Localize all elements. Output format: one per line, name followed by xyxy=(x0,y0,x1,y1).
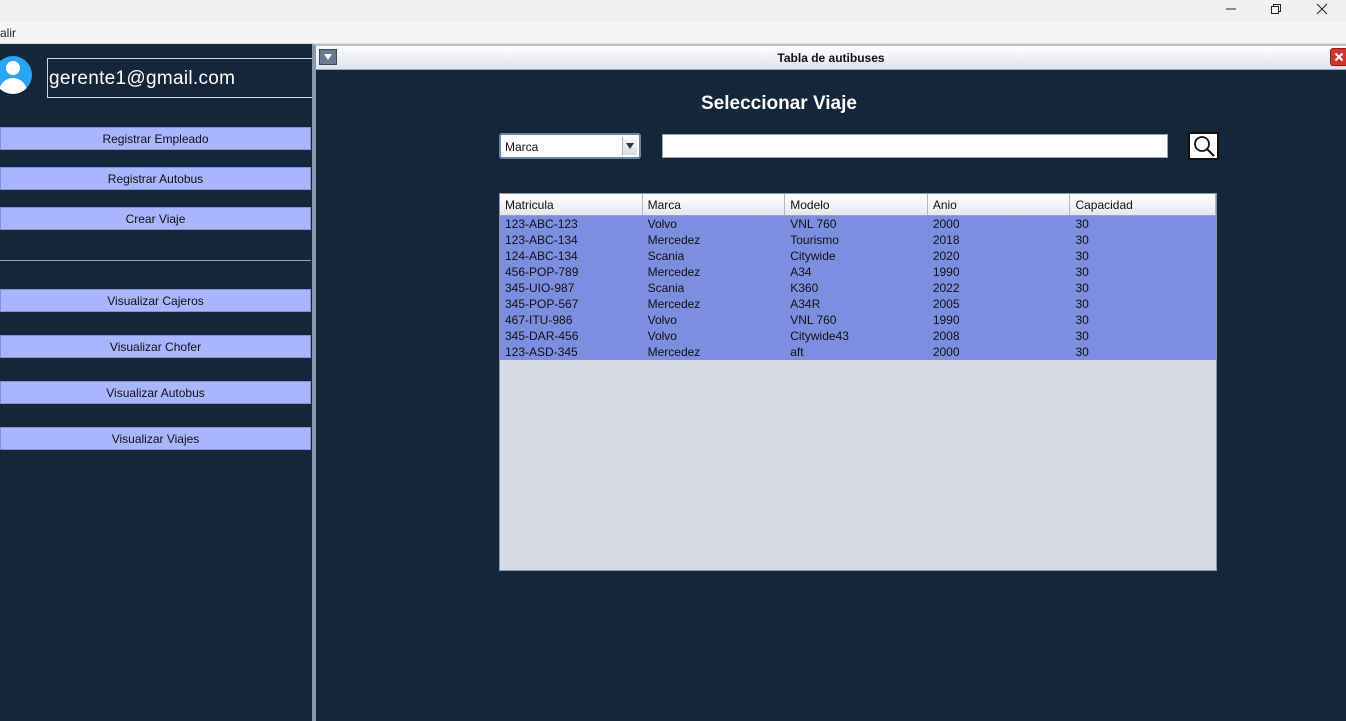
table-cell: 30 xyxy=(1075,313,1089,327)
table-cell: Scania xyxy=(647,249,685,263)
table-cell: A34 xyxy=(790,265,812,279)
filter-selected-value: Marca xyxy=(505,140,539,154)
table-header: Matricula Marca Modelo Anio Capacidad xyxy=(500,194,1216,216)
window-titlebar xyxy=(0,0,1346,22)
table-cell: Volvo xyxy=(647,217,677,231)
table-cell: 345-UIO-987 xyxy=(505,281,575,295)
table-cell: 30 xyxy=(1075,217,1089,231)
table-cell: 2008 xyxy=(932,329,960,343)
table-row[interactable]: 345-POP-567 Mercedez A34R 2005 30 xyxy=(500,296,1216,312)
table-cell: Tourismo xyxy=(790,233,839,247)
table-cell: 345-POP-567 xyxy=(505,297,579,311)
restore-button[interactable] xyxy=(1253,0,1299,18)
table-row[interactable]: 345-DAR-456 Volvo Citywide43 2008 30 xyxy=(500,328,1216,344)
table-row[interactable]: 456-POP-789 Mercedez A34 1990 30 xyxy=(500,264,1216,280)
table-cell: Citywide43 xyxy=(790,329,849,343)
table-cell: 123-ABC-123 xyxy=(505,217,578,231)
table-cell: 2005 xyxy=(932,297,960,311)
table-cell: 2022 xyxy=(932,281,960,295)
column-header-matricula[interactable]: Matricula xyxy=(500,194,643,215)
table-cell: 1990 xyxy=(932,265,960,279)
frame-title: Tabla de autibuses xyxy=(777,51,885,65)
search-input[interactable] xyxy=(662,134,1168,158)
minimize-icon xyxy=(1226,8,1236,10)
search-button[interactable] xyxy=(1188,132,1219,160)
view-cashiers-button[interactable]: Visualizar Cajeros xyxy=(0,289,311,312)
table-row[interactable]: 123-ASD-345 Mercedez aft 2000 30 xyxy=(500,344,1216,360)
table-row[interactable]: 345-UIO-987 Scania K360 2022 30 xyxy=(500,280,1216,296)
table-cell: 30 xyxy=(1075,233,1089,247)
table-cell: 467-ITU-986 xyxy=(505,313,573,327)
view-bus-button[interactable]: Visualizar Autobus xyxy=(0,381,311,404)
chevron-down-icon xyxy=(626,143,634,149)
table-cell: 1990 xyxy=(932,313,960,327)
table-cell: aft xyxy=(790,345,804,359)
view-driver-button[interactable]: Visualizar Chofer xyxy=(0,335,311,358)
table-cell: 30 xyxy=(1075,345,1089,359)
filter-dropdown[interactable]: Marca xyxy=(499,133,641,159)
table-cell: Citywide xyxy=(790,249,836,263)
table-cell: VNL 760 xyxy=(790,217,837,231)
internal-frame: Tabla de autibuses Seleccionar Viaje Mar… xyxy=(312,44,1346,721)
table-cell: 123-ABC-134 xyxy=(505,233,578,247)
search-icon xyxy=(1193,136,1215,157)
table-cell: Volvo xyxy=(647,329,677,343)
table-row[interactable]: 467-ITU-986 Volvo VNL 760 1990 30 xyxy=(500,312,1216,328)
table-cell: K360 xyxy=(790,281,819,295)
frame-close-button[interactable] xyxy=(1330,48,1346,66)
table-cell: Mercedez xyxy=(647,233,701,247)
table-cell: 30 xyxy=(1075,329,1089,343)
table-row[interactable]: 124-ABC-134 Scania Citywide 2020 30 xyxy=(500,248,1216,264)
table-cell: 30 xyxy=(1075,281,1089,295)
table-cell: 2018 xyxy=(932,233,960,247)
table-cell: 123-ASD-345 xyxy=(505,345,578,359)
sidebar: gerente1@gmail.com Registrar Empleado Re… xyxy=(0,44,313,721)
table-cell: 2020 xyxy=(932,249,960,263)
table-cell: 345-DAR-456 xyxy=(505,329,579,343)
close-icon xyxy=(1316,3,1328,15)
menu-item-salir[interactable]: alir xyxy=(0,26,16,40)
column-header-modelo[interactable]: Modelo xyxy=(785,194,928,215)
dropdown-arrow[interactable] xyxy=(622,137,637,155)
minimize-button[interactable] xyxy=(1208,0,1254,18)
table-cell: 2000 xyxy=(932,345,960,359)
create-trip-button[interactable]: Crear Viaje xyxy=(0,207,311,230)
table-cell: 30 xyxy=(1075,297,1089,311)
table-cell: Mercedez xyxy=(647,265,701,279)
table-cell: Volvo xyxy=(647,313,677,327)
table-cell: 30 xyxy=(1075,249,1089,263)
column-header-marca[interactable]: Marca xyxy=(643,194,786,215)
register-employee-button[interactable]: Registrar Empleado xyxy=(0,127,311,150)
column-header-capacidad[interactable]: Capacidad xyxy=(1070,194,1216,215)
user-avatar-icon xyxy=(0,56,32,94)
table-body: 123-ABC-123 Volvo VNL 760 2000 30 123-ABC-134… xyxy=(500,216,1216,360)
page-title: Seleccionar Viaje xyxy=(701,93,857,114)
view-trips-button[interactable]: Visualizar Viajes xyxy=(0,427,311,450)
close-icon xyxy=(1334,52,1344,62)
restore-icon xyxy=(1271,4,1281,14)
bus-table: Matricula Marca Modelo Anio Capacidad 12… xyxy=(499,193,1217,571)
close-window-button[interactable] xyxy=(1299,0,1345,18)
frame-titlebar: Tabla de autibuses xyxy=(316,46,1346,70)
table-cell: 124-ABC-134 xyxy=(505,249,578,263)
user-email: gerente1@gmail.com xyxy=(47,58,313,98)
table-row[interactable]: 123-ABC-123 Volvo VNL 760 2000 30 xyxy=(500,216,1216,232)
sidebar-divider xyxy=(0,260,311,261)
table-cell: VNL 760 xyxy=(790,313,837,327)
table-cell: Mercedez xyxy=(647,345,701,359)
table-cell: 456-POP-789 xyxy=(505,265,579,279)
table-cell: Scania xyxy=(647,281,685,295)
table-cell: A34R xyxy=(790,297,821,311)
menu-bar: alir xyxy=(0,22,1346,44)
table-row[interactable]: 123-ABC-134 Mercedez Tourismo 2018 30 xyxy=(500,232,1216,248)
register-bus-button[interactable]: Registrar Autobus xyxy=(0,167,311,190)
table-cell: 30 xyxy=(1075,265,1089,279)
column-header-anio[interactable]: Anio xyxy=(928,194,1071,215)
app-window: alir gerente1@gmail.com Registrar Emplea… xyxy=(0,0,1346,721)
table-cell: 2000 xyxy=(932,217,960,231)
table-cell: Mercedez xyxy=(647,297,701,311)
